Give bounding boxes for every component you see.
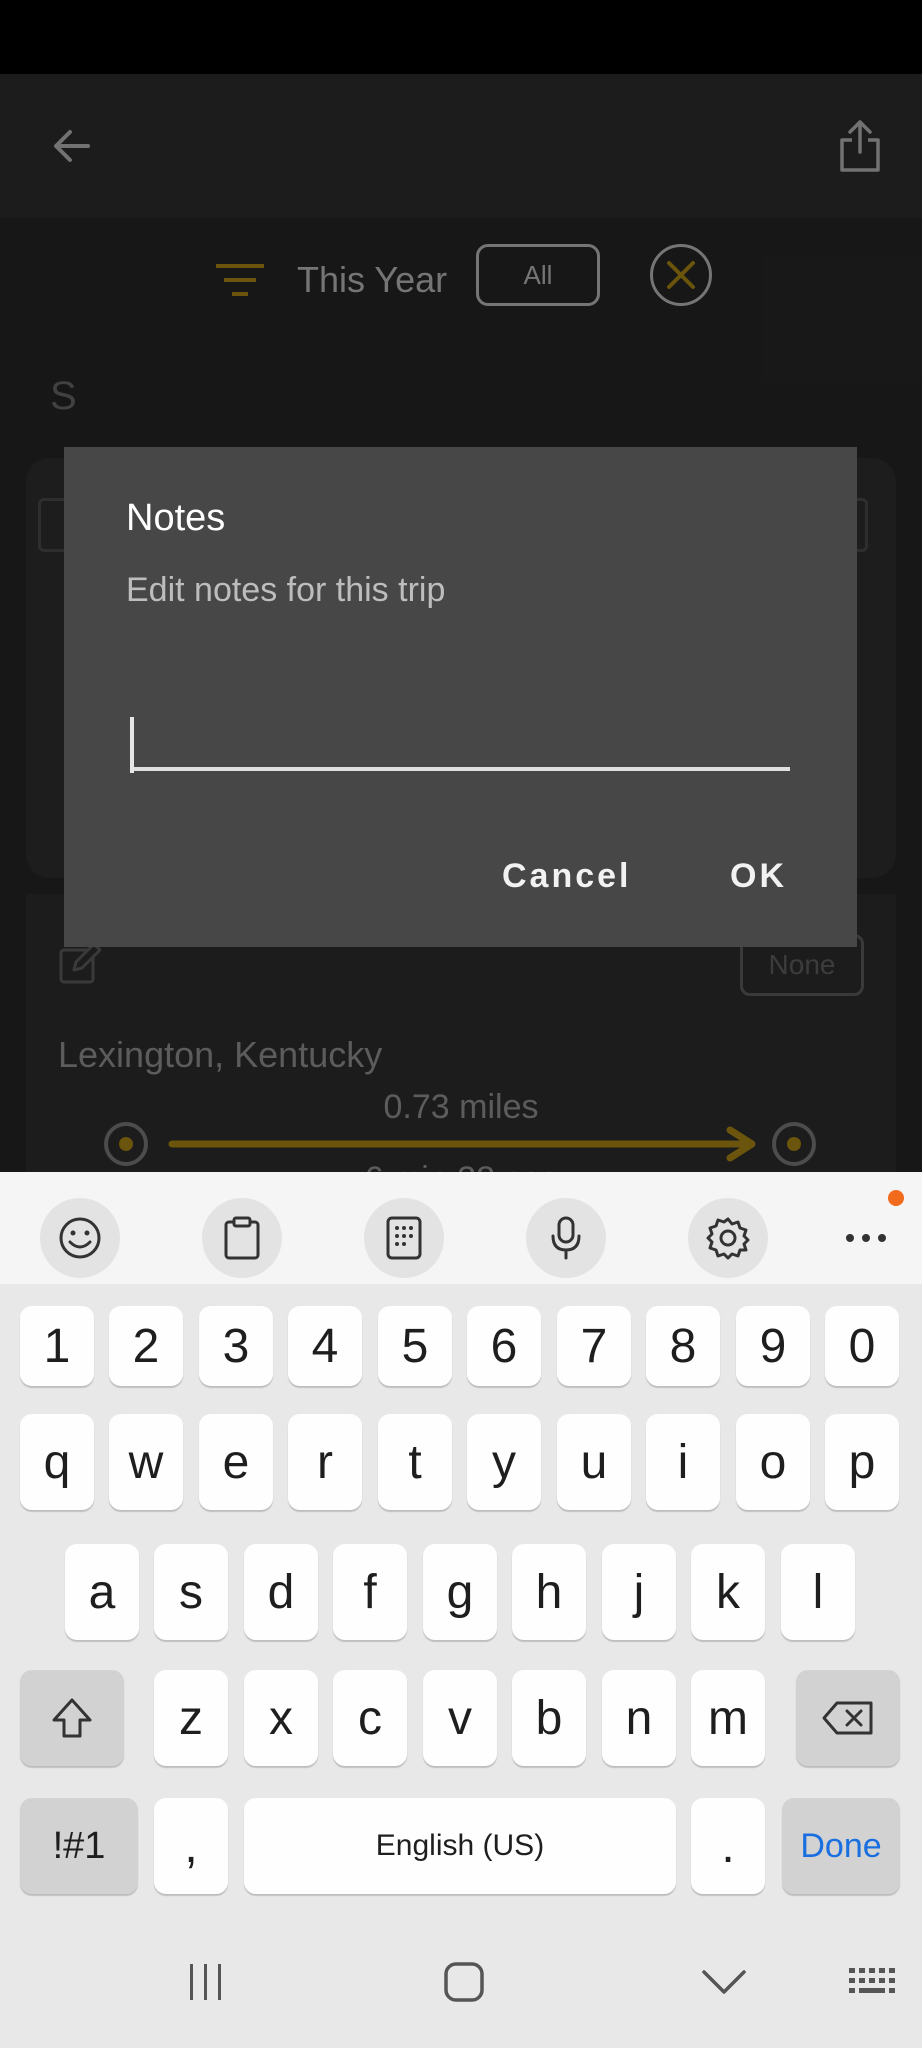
key-u[interactable]: u bbox=[557, 1414, 631, 1510]
key-2[interactable]: 2 bbox=[109, 1306, 183, 1386]
key-y[interactable]: y bbox=[467, 1414, 541, 1510]
key-v[interactable]: v bbox=[423, 1670, 497, 1766]
key-d[interactable]: d bbox=[244, 1544, 318, 1640]
home-button[interactable] bbox=[428, 1946, 500, 2018]
key-x[interactable]: x bbox=[244, 1670, 318, 1766]
dialog-title: Notes bbox=[126, 497, 226, 539]
key-z[interactable]: z bbox=[154, 1670, 228, 1766]
shift-key[interactable] bbox=[20, 1670, 124, 1766]
key-8[interactable]: 8 bbox=[646, 1306, 720, 1386]
key-a[interactable]: a bbox=[65, 1544, 139, 1640]
text-cursor bbox=[130, 717, 134, 773]
ok-button[interactable]: OK bbox=[730, 857, 787, 896]
shift-icon bbox=[52, 1698, 92, 1738]
comma-key[interactable]: , bbox=[154, 1798, 228, 1894]
key-w[interactable]: w bbox=[109, 1414, 183, 1510]
key-r[interactable]: r bbox=[288, 1414, 362, 1510]
key-i[interactable]: i bbox=[646, 1414, 720, 1510]
key-3[interactable]: 3 bbox=[199, 1306, 273, 1386]
backspace-key[interactable] bbox=[796, 1670, 900, 1766]
key-k[interactable]: k bbox=[691, 1544, 765, 1640]
keyboard-toolbar bbox=[0, 1172, 922, 1284]
clipboard-icon bbox=[224, 1216, 260, 1260]
recent-apps-icon bbox=[190, 1964, 221, 2000]
backspace-icon bbox=[822, 1701, 873, 1735]
clipboard-button[interactable] bbox=[202, 1198, 282, 1278]
key-0[interactable]: 0 bbox=[825, 1306, 899, 1386]
home-icon bbox=[444, 1962, 484, 2002]
key-f[interactable]: f bbox=[333, 1544, 407, 1640]
recent-apps-button[interactable] bbox=[170, 1946, 242, 2018]
cancel-button[interactable]: Cancel bbox=[502, 857, 632, 896]
key-l[interactable]: l bbox=[781, 1544, 855, 1640]
dialog-message: Edit notes for this trip bbox=[126, 571, 446, 609]
notes-dialog: Notes Edit notes for this trip Cancel OK bbox=[64, 447, 857, 947]
key-s[interactable]: s bbox=[154, 1544, 228, 1640]
keyboard-switch-button[interactable] bbox=[836, 1946, 908, 2018]
voice-input-button[interactable] bbox=[526, 1198, 606, 1278]
keypad-icon bbox=[386, 1216, 422, 1260]
key-p[interactable]: p bbox=[825, 1414, 899, 1510]
keyboard-icon bbox=[849, 1968, 895, 1993]
key-g[interactable]: g bbox=[423, 1544, 497, 1640]
keyboard-settings-button[interactable] bbox=[688, 1198, 768, 1278]
system-nav-bar bbox=[0, 1916, 922, 2048]
hide-keyboard-button[interactable] bbox=[688, 1946, 760, 2018]
more-options-button[interactable] bbox=[826, 1198, 906, 1278]
key-e[interactable]: e bbox=[199, 1414, 273, 1510]
key-b[interactable]: b bbox=[512, 1670, 586, 1766]
microphone-icon bbox=[551, 1216, 581, 1260]
status-bar bbox=[0, 0, 922, 74]
emoji-button[interactable] bbox=[40, 1198, 120, 1278]
period-key[interactable]: . bbox=[691, 1798, 765, 1894]
key-m[interactable]: m bbox=[691, 1670, 765, 1766]
key-n[interactable]: n bbox=[602, 1670, 676, 1766]
key-q[interactable]: q bbox=[20, 1414, 94, 1510]
key-o[interactable]: o bbox=[736, 1414, 810, 1510]
trip-screen: This Year All S None Lexington, Kentucky… bbox=[0, 74, 922, 1172]
more-icon bbox=[846, 1234, 886, 1242]
space-key[interactable]: English (US) bbox=[244, 1798, 676, 1894]
key-6[interactable]: 6 bbox=[467, 1306, 541, 1386]
key-t[interactable]: t bbox=[378, 1414, 452, 1510]
notification-dot bbox=[888, 1190, 904, 1206]
done-key[interactable]: Done bbox=[782, 1798, 900, 1894]
symbols-key[interactable]: !#1 bbox=[20, 1798, 138, 1894]
key-j[interactable]: j bbox=[602, 1544, 676, 1640]
keypad-button[interactable] bbox=[364, 1198, 444, 1278]
key-9[interactable]: 9 bbox=[736, 1306, 810, 1386]
key-7[interactable]: 7 bbox=[557, 1306, 631, 1386]
key-h[interactable]: h bbox=[512, 1544, 586, 1640]
key-1[interactable]: 1 bbox=[20, 1306, 94, 1386]
settings-icon bbox=[706, 1217, 750, 1260]
key-5[interactable]: 5 bbox=[378, 1306, 452, 1386]
key-c[interactable]: c bbox=[333, 1670, 407, 1766]
notes-input[interactable] bbox=[130, 709, 790, 771]
chevron-down-icon bbox=[702, 1970, 746, 1994]
key-4[interactable]: 4 bbox=[288, 1306, 362, 1386]
emoji-icon bbox=[59, 1217, 101, 1259]
